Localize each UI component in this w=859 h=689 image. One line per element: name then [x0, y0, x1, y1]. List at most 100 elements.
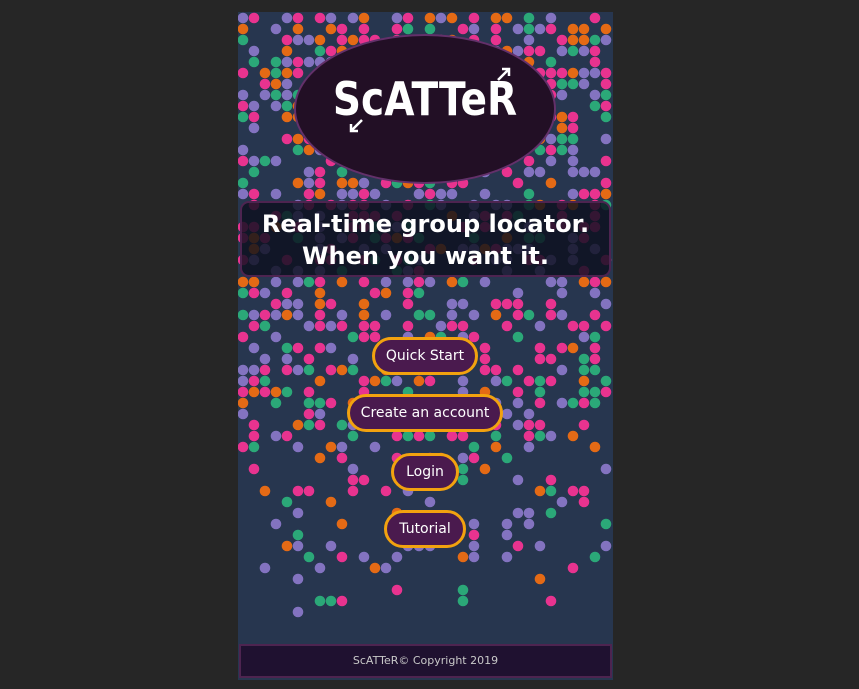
background-dot	[545, 276, 557, 288]
background-dot	[424, 23, 436, 35]
background-dot	[259, 562, 271, 574]
background-dot	[534, 540, 546, 552]
background-dot	[259, 485, 271, 497]
background-dot	[248, 430, 260, 442]
background-dot	[325, 298, 337, 310]
background-dot	[270, 276, 282, 288]
background-dot	[238, 386, 249, 398]
background-dot	[534, 573, 546, 585]
background-dot	[523, 45, 535, 57]
background-dot	[270, 309, 282, 321]
background-dot	[358, 309, 370, 321]
background-dot	[523, 188, 535, 200]
background-dot	[545, 67, 557, 79]
background-dot	[545, 309, 557, 321]
background-dot	[248, 287, 260, 299]
background-dot	[292, 507, 304, 519]
background-dot	[292, 364, 304, 376]
background-dot	[303, 386, 315, 398]
background-dot	[369, 287, 381, 299]
background-dot	[589, 287, 601, 299]
background-dot	[314, 419, 326, 431]
background-dot	[589, 45, 601, 57]
background-dot	[336, 177, 348, 189]
background-dot	[391, 375, 403, 387]
login-button[interactable]: Login	[391, 453, 459, 491]
background-dot	[270, 331, 282, 343]
background-dot	[512, 474, 524, 486]
background-dot	[556, 67, 568, 79]
background-dot	[567, 485, 579, 497]
background-dot	[501, 298, 513, 310]
background-dot	[589, 342, 601, 354]
background-dot	[589, 67, 601, 79]
background-dot	[578, 67, 590, 79]
background-dot	[567, 188, 579, 200]
background-dot	[270, 155, 282, 167]
background-dot	[545, 144, 557, 156]
logo: ScATTeR	[294, 34, 556, 184]
create-account-button[interactable]: Create an account	[347, 394, 503, 432]
background-dot	[578, 386, 590, 398]
background-dot	[303, 408, 315, 420]
background-dot	[567, 111, 579, 123]
background-dot	[402, 298, 414, 310]
background-dot	[534, 375, 546, 387]
background-dot	[556, 133, 568, 145]
background-dot	[314, 375, 326, 387]
background-dot	[545, 12, 557, 24]
background-dot	[402, 276, 414, 288]
background-dot	[380, 485, 392, 497]
background-dot	[501, 320, 513, 332]
quick-start-button[interactable]: Quick Start	[372, 337, 478, 375]
background-dot	[578, 331, 590, 343]
background-dot	[578, 364, 590, 376]
background-dot	[238, 23, 249, 35]
background-dot	[270, 188, 282, 200]
background-dot	[281, 386, 293, 398]
background-dot	[292, 177, 304, 189]
background-dot	[457, 23, 469, 35]
background-dot	[292, 419, 304, 431]
background-dot	[578, 166, 590, 178]
background-dot	[325, 342, 337, 354]
background-dot	[314, 45, 326, 57]
background-dot	[292, 298, 304, 310]
background-dot	[391, 584, 403, 596]
background-dot	[325, 441, 337, 453]
background-dot	[600, 375, 612, 387]
background-dot	[336, 441, 348, 453]
background-dot	[490, 309, 502, 321]
background-dot	[512, 419, 524, 431]
background-dot	[238, 188, 249, 200]
background-dot	[281, 111, 293, 123]
background-dot	[358, 23, 370, 35]
background-dot	[238, 397, 249, 409]
background-dot	[369, 375, 381, 387]
background-dot	[347, 177, 359, 189]
background-dot	[446, 309, 458, 321]
background-dot	[314, 562, 326, 574]
background-dot	[578, 188, 590, 200]
background-dot	[358, 177, 370, 189]
background-dot	[303, 56, 315, 68]
background-dot	[556, 309, 568, 321]
background-dot	[424, 496, 436, 508]
background-dot	[545, 155, 557, 167]
background-dot	[457, 551, 469, 563]
background-dot	[259, 375, 271, 387]
background-dot	[314, 188, 326, 200]
background-dot	[292, 485, 304, 497]
background-dot	[248, 155, 260, 167]
background-dot	[248, 100, 260, 112]
background-dot	[567, 45, 579, 57]
background-dot	[380, 375, 392, 387]
background-dot	[534, 45, 546, 57]
background-dot	[292, 529, 304, 541]
background-dot	[457, 276, 469, 288]
tutorial-button[interactable]: Tutorial	[384, 510, 466, 548]
background-dot	[413, 430, 425, 442]
background-dot	[314, 595, 326, 607]
background-dot	[281, 67, 293, 79]
background-dot	[468, 518, 480, 530]
